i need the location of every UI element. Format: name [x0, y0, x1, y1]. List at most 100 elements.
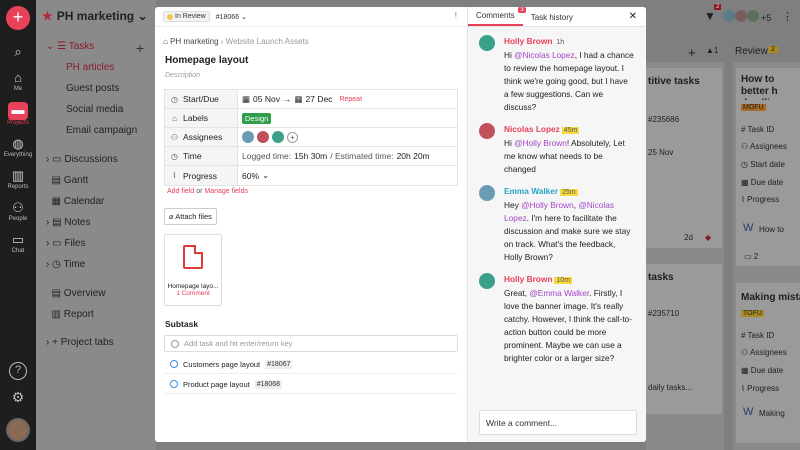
subtask-row[interactable]: Product page layout #18068 [164, 375, 458, 394]
help-icon[interactable]: ? [9, 362, 27, 380]
tab-task-history[interactable]: Task history [523, 13, 581, 26]
task-detail-main: In Review #18066 ⌄ ! ⌂ PH marketing › We… [155, 7, 467, 442]
avatar[interactable] [272, 131, 284, 143]
description-field[interactable]: Description [165, 72, 200, 79]
add-assignee-icon[interactable]: + [287, 131, 298, 143]
sidebar-item-gantt[interactable]: ▤ Gantt [46, 175, 89, 186]
attach-files-button[interactable]: ⌀ Attach files [164, 208, 217, 225]
card-field: # Task ID [741, 331, 775, 340]
sidebar-item-project-tabs[interactable]: › + Project tabs [46, 337, 114, 348]
card-doc: Making [759, 409, 785, 418]
circle-icon[interactable] [170, 380, 178, 388]
filter-icon[interactable]: ▼ [704, 9, 716, 23]
breadcrumb: ⌂ PH marketing › Website Launch Assets [163, 37, 309, 46]
progress-icon: ⌇ [172, 171, 177, 180]
add-field-link[interactable]: Add field [167, 188, 194, 195]
comments-panel: Comments 3 Task history ✕ Holly Brown 1h Hi… [467, 7, 646, 442]
bar-chart-icon: ▥ [11, 168, 25, 183]
rail-everything[interactable]: ◍ Everything [0, 136, 36, 158]
task-title[interactable]: Homepage layout [165, 55, 248, 66]
status-badge[interactable]: In Review [163, 11, 210, 22]
subtask-row[interactable]: Customers page layout #18067 [164, 355, 458, 374]
mention[interactable]: @Holly Brown [521, 200, 574, 210]
date-range[interactable]: ▦ 05 Nov → ▦ 27 Dec Repeat [238, 94, 362, 105]
sidebar-item-overview[interactable]: ▤ Overview [46, 288, 106, 299]
breadcrumb-project[interactable]: ⌂ PH marketing [163, 37, 219, 46]
status-dot-icon [167, 13, 173, 20]
repeat-link[interactable]: Repeat [339, 96, 362, 103]
card-date: 25 Nov [648, 148, 674, 157]
task-card[interactable] [736, 283, 800, 443]
comment-author: Holly Brown [504, 36, 553, 46]
comment-time: 45m [561, 127, 580, 134]
avatar-stack[interactable] [723, 10, 759, 25]
avatar[interactable] [6, 418, 30, 442]
chevron-down-icon: ⌄ [262, 170, 270, 180]
card-title: How to better h deadlines as a [741, 74, 787, 100]
mention[interactable]: @Emma Walker [529, 288, 589, 298]
file-attachment[interactable]: Homepage layo... 1 Comment [164, 234, 222, 306]
breadcrumb-list[interactable]: Website Launch Assets [226, 37, 309, 46]
circle-icon [171, 339, 179, 348]
card-comments: ▭ 2 [744, 252, 759, 261]
progress-dropdown[interactable]: 60% ⌄ [238, 170, 269, 181]
globe-icon: ◍ [12, 136, 24, 151]
manage-fields-link[interactable]: Manage fields [204, 188, 248, 195]
rail-projects[interactable]: ▬ Projects [0, 102, 36, 126]
card-doc: How to [759, 225, 784, 234]
sidebar-item-discussions[interactable]: › ▭ Discussions [46, 154, 118, 165]
home-icon: ⌂ [14, 70, 22, 85]
mention[interactable]: @Nicolas Lopez [514, 50, 575, 60]
project-title[interactable]: ★ PH marketing ⌄ [42, 9, 148, 23]
tag-icon: ⌂ [172, 113, 177, 123]
info-icon[interactable]: ! [455, 11, 457, 20]
task-card[interactable] [646, 68, 722, 248]
create-plus-icon[interactable]: + [6, 6, 30, 30]
sidebar-item-calendar[interactable]: ▦ Calendar [46, 196, 105, 207]
rail-me[interactable]: ⌂ Me [0, 70, 36, 92]
tab-comments[interactable]: Comments 3 [468, 7, 526, 26]
sidebar-item-tasks[interactable]: ⌄ ☰ Tasks [46, 41, 94, 52]
comment-author: Nicolas Lopez [504, 124, 560, 134]
chat-icon: ▭ [11, 232, 25, 247]
sidebar-item-email-campaign[interactable]: Email campaign [66, 125, 137, 136]
comment-input[interactable]: Write a comment... [479, 410, 637, 435]
gear-icon[interactable]: ⚙ [9, 390, 27, 408]
card-title: titive tasks [648, 76, 700, 87]
task-id[interactable]: #18066 ⌄ [216, 13, 247, 21]
subtask-input[interactable]: Add task and hit enter/return key [164, 335, 458, 352]
folder-icon: ▬ [8, 102, 28, 120]
sidebar-item-notes[interactable]: › ▤ Notes [46, 217, 90, 228]
sidebar-item-report[interactable]: ▥ Report [46, 309, 94, 320]
sidebar-item-time[interactable]: › ◷ Time [46, 259, 85, 270]
rail-reports[interactable]: ▥ Reports [0, 168, 36, 190]
file-name: Homepage layo... [167, 283, 219, 290]
review-count-badge: 2 [768, 46, 778, 53]
circle-icon[interactable] [170, 360, 178, 368]
card-field: ⚇ Assignees [741, 142, 787, 151]
avatar[interactable] [257, 131, 269, 143]
rail-search[interactable]: ⌕ [0, 44, 36, 60]
time-value[interactable]: Logged time: 15h 30m / Estimated time: 20h … [238, 151, 430, 161]
add-icon[interactable]: + [136, 40, 144, 56]
mention[interactable]: @Holly Brown [514, 138, 567, 148]
arrow-right-icon: → [282, 94, 292, 104]
prop-assignees: ⚇ Assignees + [165, 128, 457, 147]
rail-people[interactable]: ⚇ People [0, 200, 36, 222]
card-field: ⌇ Progress [741, 195, 780, 204]
file-comments-link[interactable]: 1 Comment [165, 290, 221, 297]
sidebar-item-social-media[interactable]: Social media [66, 104, 123, 115]
sidebar-item-ph-articles[interactable]: PH articles [66, 62, 114, 73]
comment-author: Holly Brown [504, 274, 553, 284]
sidebar-item-files[interactable]: › ▭ Files [46, 238, 85, 249]
avatar[interactable] [242, 131, 254, 143]
word-doc-icon: W [743, 406, 754, 418]
add-icon[interactable]: + [688, 45, 696, 60]
card-field: # Task ID [741, 125, 775, 134]
close-icon[interactable]: ✕ [629, 11, 637, 22]
sidebar-item-guest-posts[interactable]: Guest posts [66, 83, 119, 94]
clock-icon: ◷ [171, 94, 178, 104]
more-icon[interactable]: ⋮ [782, 10, 793, 23]
rail-chat[interactable]: ▭ Chat [0, 232, 36, 254]
label-badge[interactable]: Design [242, 112, 272, 124]
